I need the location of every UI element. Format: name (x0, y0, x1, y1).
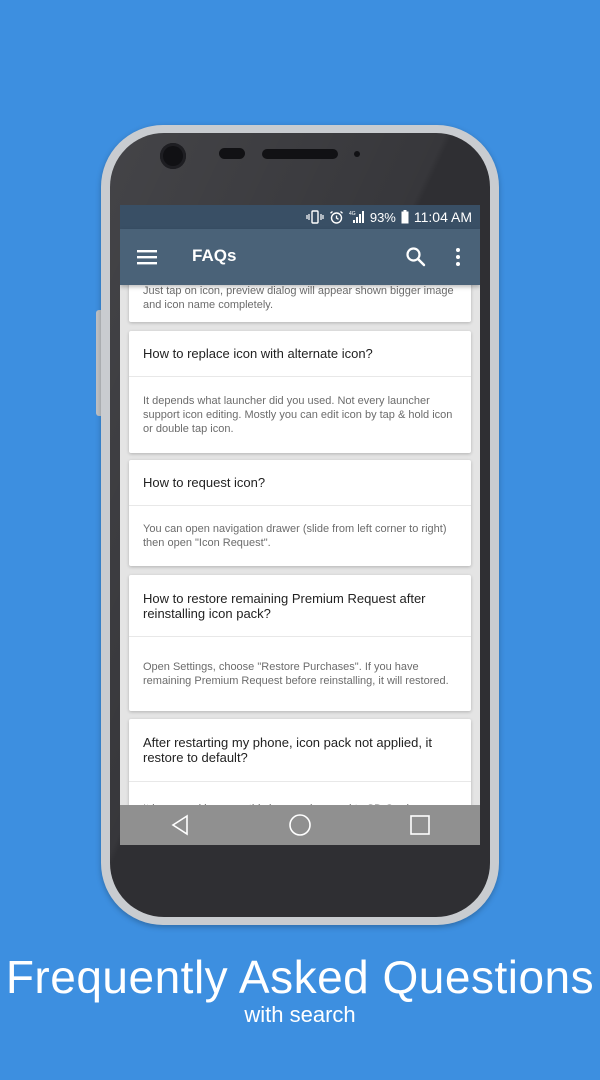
faq-card[interactable]: How to request icon? You can open naviga… (129, 460, 471, 566)
faq-list[interactable]: Just tap on icon, preview dialog will ap… (120, 285, 480, 805)
faq-question[interactable]: How to request icon? (129, 460, 471, 506)
clock: 11:04 AM (413, 209, 472, 225)
back-icon[interactable] (166, 811, 194, 839)
home-icon[interactable] (286, 811, 314, 839)
signal-icon: 4G (349, 210, 365, 224)
faq-question[interactable]: How to restore remaining Premium Request… (129, 575, 471, 637)
navigation-bar (120, 805, 480, 845)
recents-icon[interactable] (406, 811, 434, 839)
caption-subtitle: with search (244, 1002, 356, 1027)
front-camera (160, 143, 186, 169)
page-title: FAQs (192, 246, 237, 265)
battery-percent: 93% (369, 209, 396, 225)
network-label: 4G (349, 211, 356, 217)
battery-icon (401, 210, 409, 224)
search-icon[interactable] (404, 245, 428, 269)
alarm-icon (329, 210, 344, 225)
faq-answer: You can open navigation drawer (slide fr… (143, 523, 447, 549)
vibrate-icon (306, 210, 324, 224)
faq-answer: It happened because this icon pack moved… (129, 782, 471, 806)
earpiece-speaker (262, 149, 338, 159)
faq-answer: It depends what launcher did you used. N… (143, 395, 453, 435)
faq-question[interactable]: How to replace icon with alternate icon? (129, 331, 471, 377)
menu-icon[interactable] (134, 243, 160, 271)
more-vert-icon[interactable] (450, 245, 466, 269)
faq-card[interactable]: Just tap on icon, preview dialog will ap… (129, 285, 471, 322)
faq-card[interactable]: How to replace icon with alternate icon?… (129, 331, 471, 453)
status-bar: 4G 93% 11:04 AM (120, 205, 480, 229)
caption-title: Frequently Asked Questions (5, 951, 595, 1003)
phone-screen: 4G 93% 11:04 AM FAQs Just tap on icon, p… (120, 205, 480, 845)
app-bar: FAQs (120, 229, 480, 285)
faq-answer: Just tap on icon, preview dialog will ap… (143, 285, 454, 311)
faq-answer: Open Settings, choose "Restore Purchases… (143, 661, 449, 687)
faq-card[interactable]: How to restore remaining Premium Request… (129, 575, 471, 711)
proximity-sensor (219, 148, 245, 159)
faq-question[interactable]: After restarting my phone, icon pack not… (129, 719, 471, 782)
faq-card[interactable]: After restarting my phone, icon pack not… (129, 719, 471, 805)
light-sensor (354, 151, 360, 157)
